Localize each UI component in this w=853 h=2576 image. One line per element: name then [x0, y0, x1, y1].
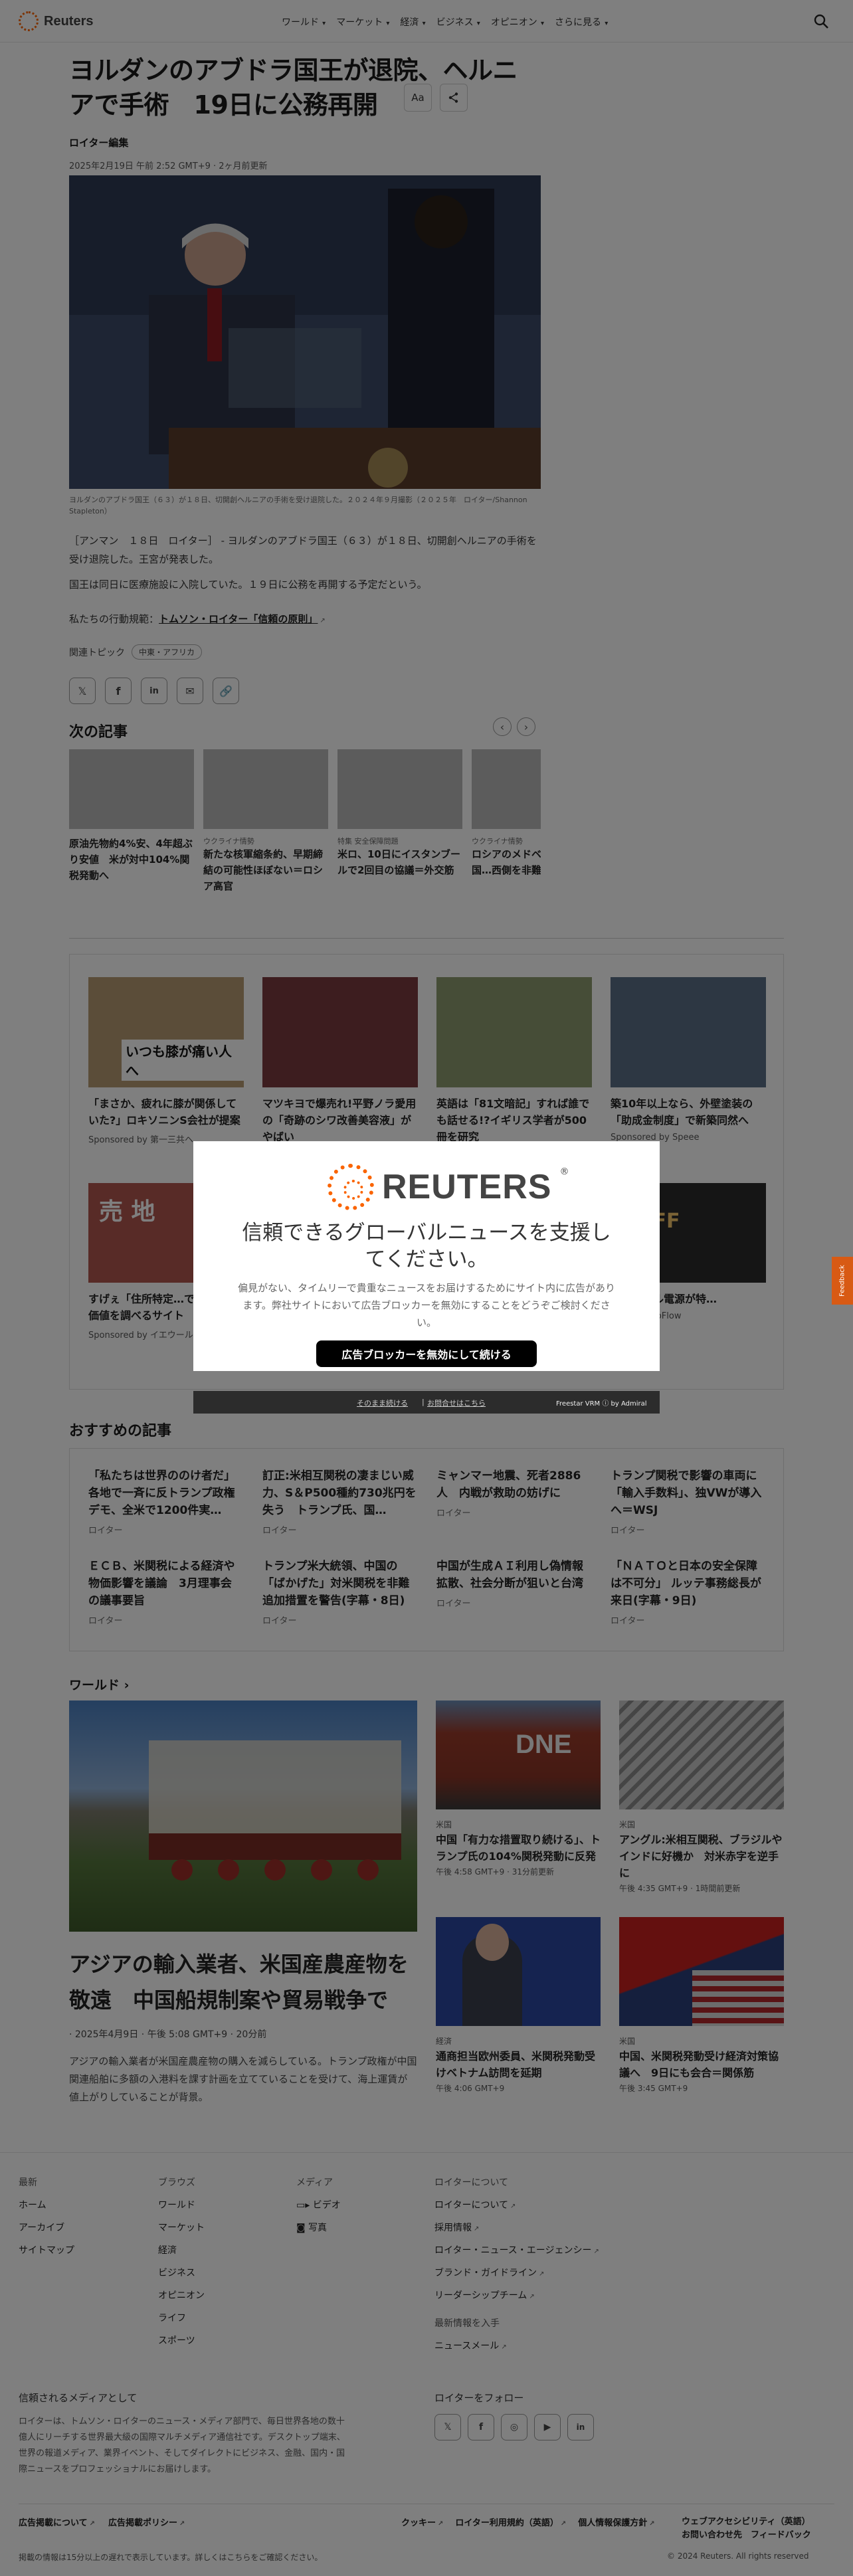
- page: Reuters ワールド ▾ マーケット ▾ 経済 ▾ ビジネス ▾ オピニオン…: [0, 0, 853, 2576]
- registered-mark: ®: [559, 1166, 569, 1177]
- modal-title: 信頼できるグローバルニュースを支援してください。: [242, 1221, 611, 1271]
- disable-adblock-button[interactable]: 広告ブロッカーを無効にして続ける: [316, 1340, 537, 1367]
- adblock-modal: REUTERS ® 信頼できるグローバルニュースを支援してください。 偏見がない、…: [193, 1141, 660, 1371]
- help-link[interactable]: お問合せはこちら: [427, 1398, 486, 1408]
- modal-footer-separator: |: [422, 1398, 425, 1406]
- modal-body: 偏見がない、タイムリーで貴重なニュースをお届けするためにサイト内に広告があります…: [237, 1282, 616, 1329]
- modal-footer: そのまま続ける | お問合せはこちら Freestar VRM ⓘ by Adm…: [193, 1391, 660, 1414]
- modal-reuters-logo: REUTERS ®: [328, 1164, 569, 1210]
- modal-brand-text: REUTERS: [382, 1168, 552, 1206]
- reuters-logo-mark: [328, 1164, 374, 1210]
- powered-by: Freestar VRM ⓘ by Admiral: [556, 1400, 647, 1408]
- feedback-tab[interactable]: Feedback: [832, 1257, 853, 1305]
- continue-link[interactable]: そのまま続ける: [357, 1398, 408, 1408]
